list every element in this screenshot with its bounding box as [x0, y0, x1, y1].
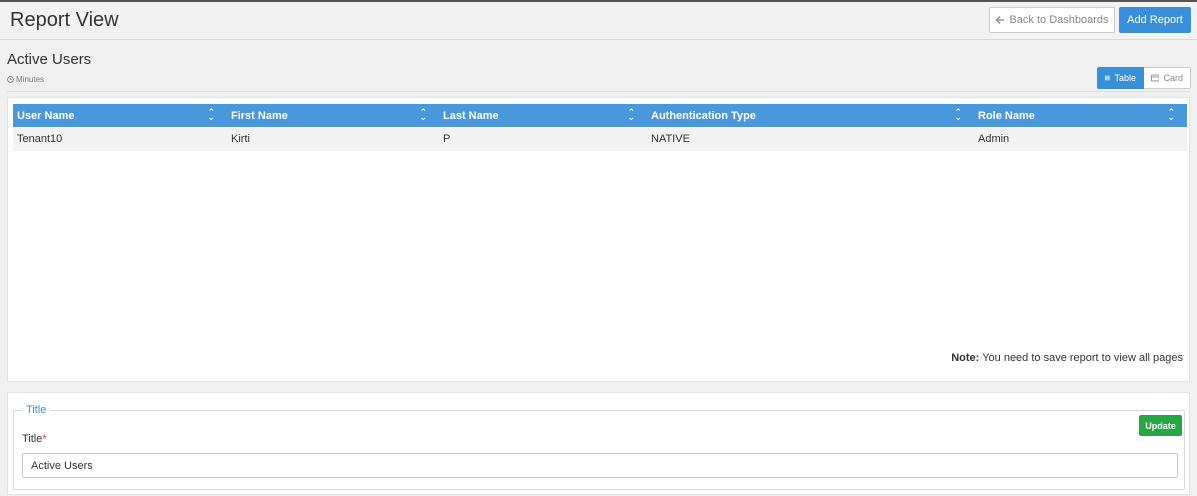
report-table: User Name ⌃ ⌄ First Name ⌃ ⌄ Last Name ⌃ ⌄ … — [13, 104, 1187, 151]
sort-icon: ⌃ ⌄ — [207, 107, 215, 122]
page-title: Report View — [10, 9, 119, 31]
column-header-label: Role Name — [978, 109, 1035, 122]
table-cell: NATIVE — [647, 127, 974, 151]
table-view-label: Table — [1114, 73, 1136, 83]
note-text: You need to save report to view all page… — [982, 352, 1183, 364]
add-report-button[interactable]: Add Report — [1119, 7, 1191, 33]
clock-icon — [7, 76, 14, 83]
divider — [7, 91, 1190, 92]
table-cell: Admin — [974, 127, 1187, 151]
column-header-label: First Name — [231, 109, 288, 122]
refresh-interval: Minutes — [7, 75, 44, 84]
required-marker: * — [42, 433, 47, 445]
column-header-authentication-type[interactable]: Authentication Type ⌃ ⌄ — [647, 104, 974, 127]
report-table-panel: User Name ⌃ ⌄ First Name ⌃ ⌄ Last Name ⌃ ⌄ … — [7, 97, 1190, 382]
title-form-panel: Title Title* Update — [7, 392, 1190, 495]
column-header-label: User Name — [17, 109, 75, 122]
table-cell: P — [439, 127, 647, 151]
sort-icon: ⌃ ⌄ — [954, 107, 962, 122]
view-toggle: Table Card — [1097, 67, 1191, 89]
card-view-button[interactable]: Card — [1144, 67, 1191, 89]
table-cell: Kirti — [227, 127, 439, 151]
report-name: Active Users — [7, 51, 92, 68]
back-button-label: Back to Dashboards — [1009, 14, 1109, 26]
title-fieldset: Title Title* Update — [13, 404, 1185, 490]
column-header-role-name[interactable]: Role Name ⌃ ⌄ — [974, 104, 1187, 127]
column-header-last-name[interactable]: Last Name ⌃ ⌄ — [439, 104, 647, 127]
fieldset-legend: Title — [22, 404, 51, 416]
update-button[interactable]: Update — [1139, 415, 1182, 436]
title-label-text: Title — [22, 433, 43, 445]
table-view-button[interactable]: Table — [1097, 67, 1144, 89]
table-row[interactable]: Tenant10 Kirti P NATIVE Admin — [13, 127, 1187, 151]
table-cell: Tenant10 — [13, 127, 227, 151]
card-icon — [1151, 74, 1160, 82]
back-to-dashboards-button[interactable]: Back to Dashboards — [989, 7, 1115, 33]
sort-icon: ⌃ ⌄ — [627, 107, 635, 122]
column-header-first-name[interactable]: First Name ⌃ ⌄ — [227, 104, 439, 127]
column-header-label: Authentication Type — [651, 109, 756, 122]
sort-icon: ⌃ ⌄ — [1167, 107, 1175, 122]
note-label: Note: — [951, 352, 980, 364]
title-input[interactable] — [22, 453, 1178, 478]
refresh-label: Minutes — [16, 75, 45, 84]
card-view-label: Card — [1163, 73, 1183, 83]
title-field-label: Title* — [22, 433, 47, 445]
page-header: Report View Back to Dashboards Add Repor… — [0, 2, 1197, 40]
sort-icon: ⌃ ⌄ — [419, 107, 427, 122]
table-header-row: User Name ⌃ ⌄ First Name ⌃ ⌄ Last Name ⌃ ⌄ … — [13, 104, 1187, 127]
column-header-user-name[interactable]: User Name ⌃ ⌄ — [13, 104, 227, 127]
arrow-left-icon — [995, 15, 1005, 25]
column-header-label: Last Name — [443, 109, 499, 122]
save-note: Note: You need to save report to view al… — [951, 352, 1183, 364]
table-icon — [1105, 75, 1111, 81]
